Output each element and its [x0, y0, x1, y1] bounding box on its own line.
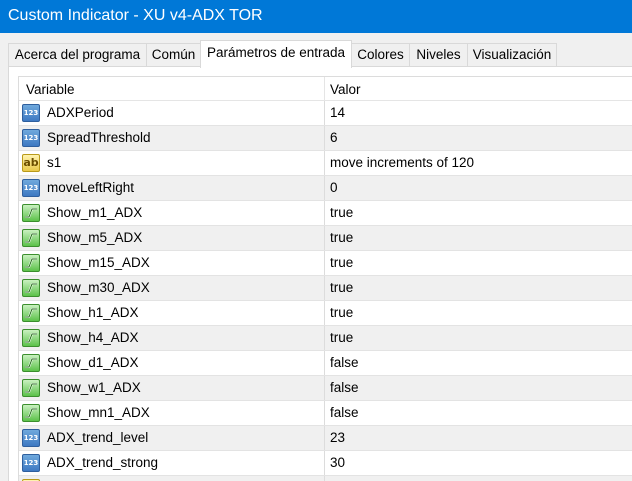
variable-name: SpreadThreshold [47, 130, 151, 145]
table-row[interactable]: Show_m30_ADX true [19, 276, 632, 301]
number-icon-label: 123 [23, 434, 39, 442]
string-icon: ab [22, 154, 40, 172]
variable-cell[interactable]: Show_m1_ADX [19, 201, 325, 225]
variable-name: Show_m15_ADX [47, 255, 150, 270]
number-icon: 123 [22, 104, 40, 122]
tab-colores[interactable]: Colores [351, 43, 410, 67]
variable-cell[interactable]: 123 ADX_trend_level [19, 426, 325, 450]
variable-name: Show_w1_ADX [47, 380, 141, 395]
window-title: Custom Indicator - XU v4-ADX TOR [8, 7, 263, 24]
number-icon: 123 [22, 179, 40, 197]
table-row[interactable]: 123 ADXPeriod 14 [19, 101, 632, 126]
table-row[interactable]: Show_mn1_ADX false [19, 401, 632, 426]
value-cell[interactable]: true [330, 230, 353, 245]
variable-name: Show_h1_ADX [47, 305, 139, 320]
table-row[interactable]: 123 moveLeftRight 0 [19, 176, 632, 201]
value-cell[interactable]: true [330, 305, 353, 320]
value-cell[interactable]: false [330, 355, 359, 370]
number-icon-label: 123 [23, 184, 39, 192]
table-row[interactable]: 123 SpreadThreshold 6 [19, 126, 632, 151]
variable-name: ADXPeriod [47, 105, 114, 120]
table-row[interactable]: ab [19, 476, 632, 481]
value-cell[interactable]: true [330, 205, 353, 220]
tab-comun[interactable]: Común [146, 43, 201, 67]
number-icon-label: 123 [23, 459, 39, 467]
variable-cell[interactable]: Show_h4_ADX [19, 326, 325, 350]
variable-cell[interactable]: Show_m30_ADX [19, 276, 325, 300]
variable-cell[interactable]: 123 ADX_trend_strong [19, 451, 325, 475]
number-icon: 123 [22, 454, 40, 472]
variable-cell[interactable]: 123 ADXPeriod [19, 101, 325, 125]
column-divider[interactable] [324, 77, 325, 101]
number-icon: 123 [22, 129, 40, 147]
parameters-grid: Variable Valor 123 ADXPeriod 14 123 SpreadTh… [18, 76, 632, 481]
variable-name: ADX_trend_level [47, 430, 149, 445]
value-cell[interactable]: 6 [330, 130, 338, 145]
value-cell[interactable]: 0 [330, 180, 338, 195]
variable-cell[interactable]: Show_h1_ADX [19, 301, 325, 325]
table-row[interactable]: Show_m5_ADX true [19, 226, 632, 251]
variable-cell[interactable]: 123 SpreadThreshold [19, 126, 325, 150]
value-cell[interactable]: true [330, 280, 353, 295]
boolean-icon [22, 254, 40, 272]
table-row[interactable]: Show_h1_ADX true [19, 301, 632, 326]
table-row[interactable]: 123 ADX_trend_level 23 [19, 426, 632, 451]
number-icon-label: 123 [23, 109, 39, 117]
boolean-icon [22, 304, 40, 322]
table-row[interactable]: Show_m15_ADX true [19, 251, 632, 276]
tab-visualizacion[interactable]: Visualización [467, 43, 557, 67]
tab-acerca-del-programa[interactable]: Acerca del programa [8, 43, 147, 67]
variable-cell[interactable]: Show_w1_ADX [19, 376, 325, 400]
number-icon-label: 123 [23, 134, 39, 142]
boolean-icon [22, 329, 40, 347]
boolean-icon [22, 404, 40, 422]
value-cell[interactable]: 14 [330, 105, 345, 120]
variable-cell[interactable]: Show_mn1_ADX [19, 401, 325, 425]
table-row[interactable]: Show_m1_ADX true [19, 201, 632, 226]
variable-name: Show_m1_ADX [47, 205, 143, 220]
variable-name: Show_m5_ADX [47, 230, 143, 245]
variable-name: moveLeftRight [47, 180, 135, 195]
value-cell[interactable]: 23 [330, 430, 345, 445]
variable-name: s1 [47, 155, 62, 170]
variable-cell[interactable]: 123 moveLeftRight [19, 176, 325, 200]
table-row[interactable]: Show_h4_ADX true [19, 326, 632, 351]
column-header-valor[interactable]: Valor [330, 82, 361, 97]
variable-cell[interactable]: Show_d1_ADX [19, 351, 325, 375]
boolean-icon [22, 354, 40, 372]
variable-cell[interactable]: ab s1 [19, 151, 325, 175]
column-header-variable[interactable]: Variable [26, 82, 75, 97]
table-row[interactable]: Show_d1_ADX false [19, 351, 632, 376]
variable-cell[interactable]: Show_m5_ADX [19, 226, 325, 250]
table-row[interactable]: 123 ADX_trend_strong 30 [19, 451, 632, 476]
grid-header: Variable Valor [19, 77, 632, 101]
variable-name: Show_m30_ADX [47, 280, 150, 295]
value-cell[interactable]: move increments of 120 [330, 155, 474, 170]
value-cell[interactable]: 30 [330, 455, 345, 470]
variable-cell[interactable]: ab [19, 476, 325, 481]
title-bar: Custom Indicator - XU v4-ADX TOR [0, 0, 632, 33]
tab-strip: Acerca del programa Común Parámetros de … [0, 33, 632, 68]
variable-name: Show_d1_ADX [47, 355, 139, 370]
boolean-icon [22, 279, 40, 297]
value-cell[interactable]: true [330, 255, 353, 270]
table-row[interactable]: Show_w1_ADX false [19, 376, 632, 401]
boolean-icon [22, 204, 40, 222]
table-row[interactable]: ab s1 move increments of 120 [19, 151, 632, 176]
boolean-icon [22, 379, 40, 397]
value-cell[interactable]: false [330, 380, 359, 395]
boolean-icon [22, 229, 40, 247]
tab-niveles[interactable]: Niveles [409, 43, 468, 67]
variable-name: Show_h4_ADX [47, 330, 139, 345]
number-icon: 123 [22, 429, 40, 447]
value-cell[interactable]: false [330, 405, 359, 420]
tab-parametros-de-entrada[interactable]: Parámetros de entrada [200, 40, 352, 68]
variable-cell[interactable]: Show_m15_ADX [19, 251, 325, 275]
value-cell[interactable]: true [330, 330, 353, 345]
variable-name: Show_mn1_ADX [47, 405, 150, 420]
variable-name: ADX_trend_strong [47, 455, 159, 470]
string-icon-label: ab [23, 156, 39, 169]
